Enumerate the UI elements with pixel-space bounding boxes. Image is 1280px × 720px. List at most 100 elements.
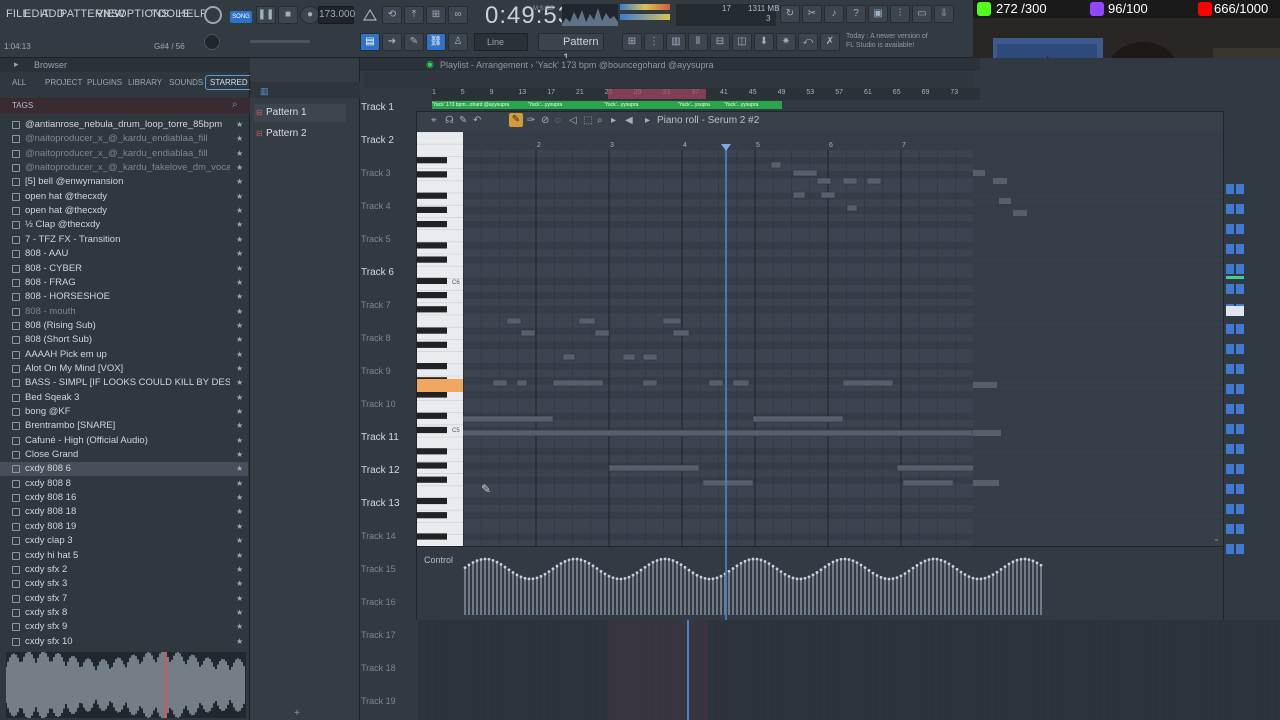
news-panel[interactable]: Today : A newer version of FL Studio is … bbox=[846, 32, 936, 50]
browser-item[interactable]: cxdy sfx 9 ★ bbox=[0, 620, 248, 634]
browser-item[interactable]: Bed Sqeak 3 ★ bbox=[0, 391, 248, 405]
plugin-picker-icon[interactable]: ◫ bbox=[732, 33, 752, 51]
tab-project[interactable]: PROJECT bbox=[45, 78, 82, 87]
chain-link-icon[interactable]: ⛓ bbox=[426, 33, 446, 51]
browser-item[interactable]: open hat @thecxdy ★ bbox=[0, 190, 248, 204]
browser-item[interactable]: 808 - AAU ★ bbox=[0, 247, 248, 261]
browser-item[interactable]: Alot On My Mind [VOX] ★ bbox=[0, 362, 248, 376]
track-header[interactable]: Track 6 bbox=[360, 267, 416, 278]
browser-item[interactable]: 808 - FRAG ★ bbox=[0, 276, 248, 290]
browser-item[interactable]: cxdy sfx 3 ★ bbox=[0, 577, 248, 591]
browser-item[interactable]: AAAAH Pick em up ★ bbox=[0, 348, 248, 362]
tags-label[interactable]: TAGS bbox=[12, 101, 33, 110]
mixer-view-icon[interactable]: ⫴ bbox=[688, 33, 708, 51]
record-button[interactable]: ● bbox=[300, 6, 320, 24]
star-icon[interactable]: ★ bbox=[236, 376, 243, 390]
star-icon[interactable]: ★ bbox=[236, 620, 243, 634]
note-grid-extended[interactable] bbox=[973, 149, 1223, 546]
track-header[interactable]: Track 2 bbox=[360, 135, 416, 146]
track-header[interactable]: Track 10 bbox=[360, 399, 416, 409]
star-icon[interactable]: ★ bbox=[236, 190, 243, 204]
sample-waveform-preview[interactable] bbox=[6, 652, 246, 718]
track-header[interactable]: Track 5 bbox=[360, 234, 416, 244]
browser-item[interactable]: cxdy hi hat 5 ★ bbox=[0, 549, 248, 563]
track-header[interactable]: Track 14 bbox=[360, 531, 416, 541]
browser-view-icon[interactable]: ⊟ bbox=[710, 33, 730, 51]
tab-starred[interactable]: STARRED bbox=[205, 75, 253, 90]
touch-keyboard-icon[interactable]: ⬇ bbox=[754, 33, 774, 51]
browser-item[interactable]: cxdy sfx 7 ★ bbox=[0, 592, 248, 606]
track-header[interactable]: Track 4 bbox=[360, 201, 416, 211]
star-icon[interactable]: ★ bbox=[236, 505, 243, 519]
browser-item[interactable]: 808 - mouth ★ bbox=[0, 305, 248, 319]
track-header[interactable]: Track 17 bbox=[360, 630, 416, 640]
browser-item[interactable]: cxdy 808 16 ★ bbox=[0, 491, 248, 505]
blend-notes-icon[interactable]: ⊞ bbox=[426, 6, 446, 24]
track-header[interactable]: Track 18 bbox=[360, 663, 416, 673]
mic-icon[interactable]: ♪ bbox=[824, 5, 844, 23]
master-pitch-slider[interactable] bbox=[250, 40, 310, 43]
star-icon[interactable]: ★ bbox=[236, 462, 243, 476]
browser-item[interactable]: Close Grand ★ bbox=[0, 448, 248, 462]
tab-all[interactable]: ALL bbox=[12, 78, 26, 87]
browser-item[interactable]: 808 - CYBER ★ bbox=[0, 262, 248, 276]
snap-select[interactable]: Line bbox=[474, 33, 528, 51]
chat-icon[interactable]: ▭ bbox=[912, 5, 932, 23]
browser-item[interactable]: open hat @thecxdy ★ bbox=[0, 204, 248, 218]
playback-icon[interactable]: ▸ bbox=[611, 115, 616, 126]
add-pattern-icon[interactable]: ⊞ bbox=[622, 33, 642, 51]
browser-item[interactable]: Brentrambo [SNARE] ★ bbox=[0, 419, 248, 433]
wait-input-icon[interactable]: ⟲ bbox=[382, 6, 402, 24]
save-icon[interactable]: ▣ bbox=[868, 5, 888, 23]
tools-icon[interactable]: ✗ bbox=[820, 33, 840, 51]
song-mode-button[interactable]: SONG bbox=[230, 11, 252, 23]
speaker-icon[interactable]: ◀ bbox=[625, 115, 633, 126]
star-icon[interactable]: ★ bbox=[236, 477, 243, 491]
star-icon[interactable]: ★ bbox=[236, 247, 243, 261]
piano-roll-title[interactable]: Piano roll - Serum 2 #2 bbox=[657, 115, 759, 126]
star-icon[interactable]: ★ bbox=[236, 348, 243, 362]
star-icon[interactable]: ★ bbox=[236, 175, 243, 189]
pattern-selector[interactable]: Pattern 1 bbox=[538, 33, 604, 64]
playlist-menu-icon[interactable]: ◉ bbox=[426, 59, 434, 70]
browser-item[interactable]: [5] bell @enwymansion ★ bbox=[0, 175, 248, 189]
browser-item[interactable]: cxdy 808 8 ★ bbox=[0, 477, 248, 491]
browser-item[interactable]: cxdy 808 6 ★ bbox=[0, 462, 248, 477]
search-icon[interactable]: ⌕ bbox=[232, 99, 238, 110]
piano-roll-icon[interactable]: ▥ bbox=[666, 33, 686, 51]
tempo-display[interactable]: 173.000 bbox=[318, 6, 355, 24]
track-header[interactable]: Track 13 bbox=[360, 498, 416, 509]
track-header[interactable]: Track 19 bbox=[360, 696, 416, 706]
star-icon[interactable]: ★ bbox=[236, 491, 243, 505]
magnet-icon[interactable]: ⌖ bbox=[431, 115, 437, 126]
loop-region[interactable] bbox=[608, 89, 706, 99]
star-icon[interactable]: ★ bbox=[236, 161, 243, 175]
pattern-item-1[interactable]: Pattern 1 bbox=[254, 104, 346, 122]
star-icon[interactable]: ★ bbox=[236, 305, 243, 319]
piano-keyboard[interactable]: C6 C5 bbox=[417, 132, 463, 546]
add-track-icon[interactable]: + bbox=[294, 708, 300, 719]
mute-tool-icon[interactable]: ◌ bbox=[555, 115, 561, 126]
track-header[interactable]: Track 9 bbox=[360, 366, 416, 376]
playhead-marker[interactable] bbox=[721, 144, 731, 151]
star-icon[interactable]: ★ bbox=[236, 233, 243, 247]
tab-library[interactable]: LIBRARY bbox=[128, 78, 162, 87]
undo-history-icon[interactable]: ⤺ bbox=[798, 33, 818, 51]
browser-item[interactable]: ½ Clap @thecxdy ★ bbox=[0, 218, 248, 232]
undo-icon[interactable]: ↶ bbox=[473, 115, 481, 126]
headphone-icon[interactable]: ☊ bbox=[445, 115, 454, 126]
star-icon[interactable]: ★ bbox=[236, 118, 243, 132]
download-icon[interactable]: ⇩ bbox=[934, 5, 954, 23]
browser-item[interactable]: cxdy sfx 2 ★ bbox=[0, 563, 248, 577]
track-header[interactable]: Track 15 bbox=[360, 564, 416, 574]
stamp-icon[interactable]: ♙ bbox=[448, 33, 468, 51]
star-icon[interactable]: ★ bbox=[236, 534, 243, 548]
play-button[interactable]: ❚❚ bbox=[256, 6, 276, 24]
loop-record-icon[interactable]: ∞ bbox=[448, 6, 468, 24]
browser-item[interactable]: @antianrose_nebula_drum_loop_torre_85bpm… bbox=[0, 118, 248, 132]
star-icon[interactable]: ★ bbox=[236, 448, 243, 462]
countdown-icon[interactable]: ⤒ bbox=[404, 6, 424, 24]
select-icon[interactable]: ⬚ bbox=[583, 115, 592, 126]
track-header[interactable]: Track 11 bbox=[360, 432, 416, 443]
erase-icon[interactable]: ⊘ bbox=[541, 115, 549, 126]
